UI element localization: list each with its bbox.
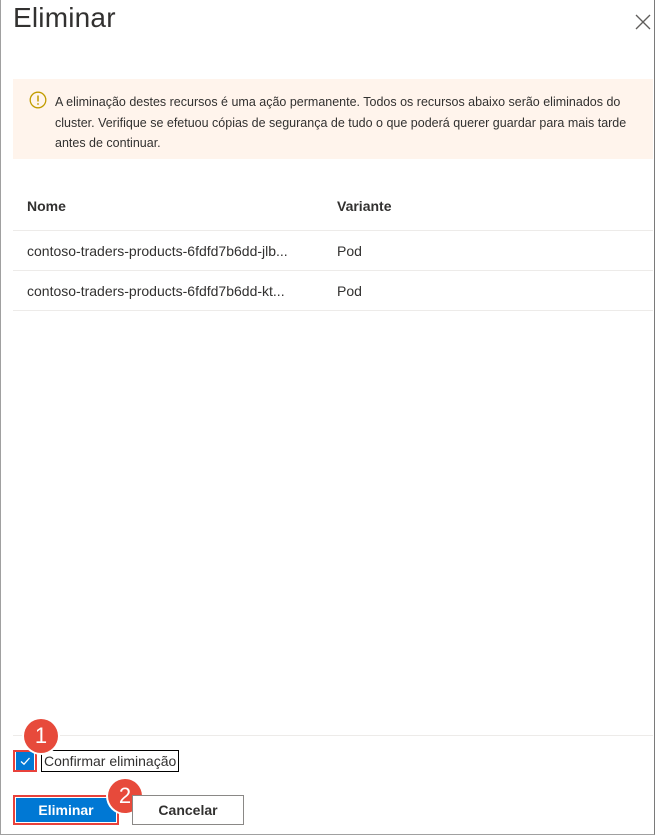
cancel-button[interactable]: Cancelar	[132, 795, 244, 825]
row-name-cell: contoso-traders-products-6fdfd7b6dd-kt..…	[27, 282, 285, 299]
table-row: contoso-traders-products-6fdfd7b6dd-jlb.…	[13, 231, 653, 271]
footer-divider	[13, 735, 653, 736]
step-badge-1: 1	[24, 719, 58, 753]
confirm-label[interactable]: Confirmar eliminação	[41, 750, 180, 772]
warning-banner: A eliminação destes recursos é uma ação …	[13, 79, 653, 159]
dialog-title: Eliminar	[13, 2, 116, 33]
close-icon[interactable]	[634, 13, 652, 31]
resources-table: Nome Variante contoso-traders-products-6…	[13, 182, 653, 311]
delete-dialog: Eliminar A eliminação destes recursos é …	[0, 0, 655, 835]
row-name-cell: contoso-traders-products-6fdfd7b6dd-jlb.…	[27, 242, 288, 259]
info-warning-icon	[29, 91, 47, 109]
table-header: Nome Variante	[13, 182, 653, 231]
confirm-checkbox[interactable]	[16, 752, 34, 770]
checkbox-highlight	[13, 750, 37, 772]
row-kind-cell: Pod	[337, 242, 362, 259]
column-header-kind[interactable]: Variante	[337, 198, 391, 214]
column-header-name[interactable]: Nome	[13, 198, 337, 214]
table-row: contoso-traders-products-6fdfd7b6dd-kt..…	[13, 271, 653, 311]
checkmark-icon	[20, 757, 30, 766]
delete-button[interactable]: Eliminar	[13, 795, 119, 825]
delete-button-label: Eliminar	[16, 798, 116, 822]
row-kind-cell: Pod	[337, 282, 362, 299]
warning-text: A eliminação destes recursos é uma ação …	[55, 95, 627, 150]
confirm-delete-control[interactable]: Confirmar eliminação	[13, 750, 180, 772]
